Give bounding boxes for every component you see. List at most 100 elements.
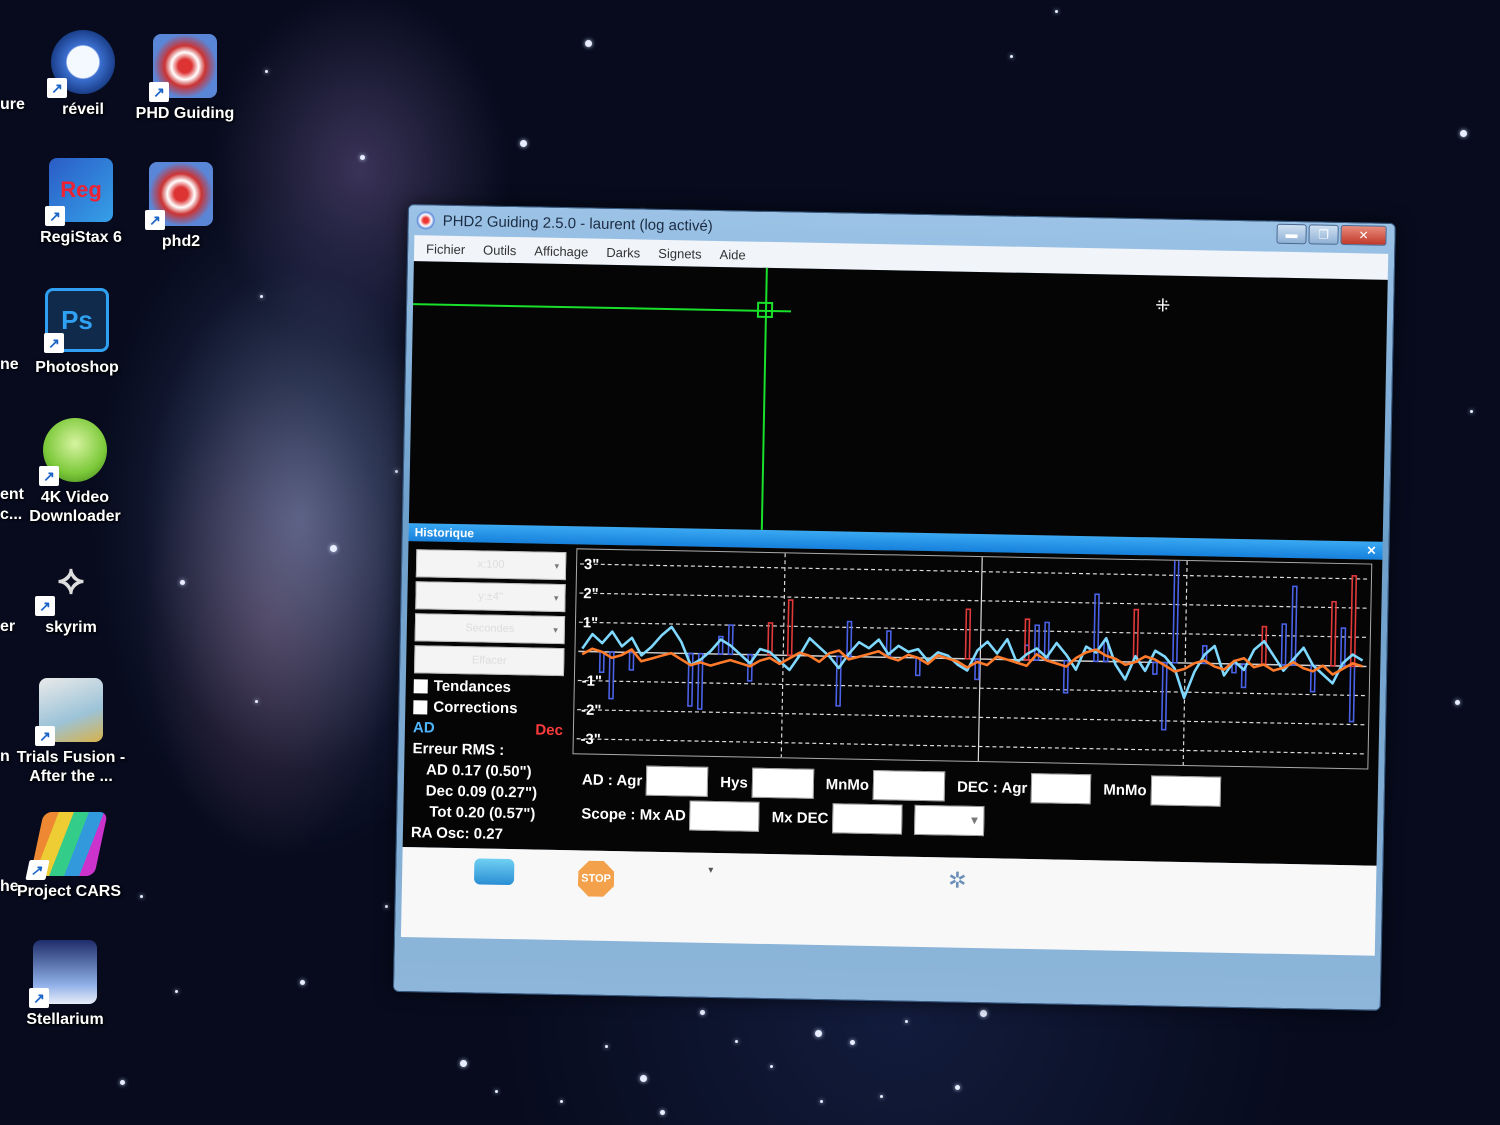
desktop-icon-label: réveil xyxy=(62,101,104,118)
guide-params: AD : Agr Hys MnMo DEC : Agr MnMo Scope :… xyxy=(581,762,1372,845)
scope-mx-ad-label: Scope : Mx AD xyxy=(581,804,686,824)
ra-correction-bar xyxy=(1280,623,1288,666)
ra-correction-bar xyxy=(914,657,921,677)
dec-correction-bar xyxy=(767,622,774,656)
desktop-icon-label: RegiStax 6 xyxy=(40,229,122,246)
desktop-icon-photoshop[interactable]: Ps ↗ Photoshop xyxy=(22,288,132,377)
star xyxy=(175,990,178,993)
window-controls: ▬ ❐ ✕ xyxy=(1276,223,1387,246)
gridline-horizontal xyxy=(579,592,1368,609)
ad-mnmo-input[interactable] xyxy=(872,770,946,802)
close-button[interactable]: ✕ xyxy=(1340,224,1387,246)
y-scale-select[interactable]: y:±4" ▾ xyxy=(415,581,566,613)
dec-agr-label: DEC : Agr xyxy=(956,778,1028,797)
trends-checkbox[interactable] xyxy=(413,678,428,693)
menu-darks[interactable]: Darks xyxy=(606,244,640,260)
rms-stats: Erreur RMS : AD 0.17 (0.50") Dec 0.09 (0… xyxy=(411,738,563,846)
menu-fichier[interactable]: Fichier xyxy=(426,241,465,257)
star xyxy=(955,1085,960,1090)
star xyxy=(905,1020,908,1023)
desktop-icon-label: Trials Fusion - After the ... xyxy=(16,749,126,785)
guide-star-box xyxy=(756,301,774,319)
ra-correction-bar xyxy=(628,651,635,671)
desktop-edge-label: c... xyxy=(0,506,23,523)
star xyxy=(560,1100,563,1103)
dec-agr-input[interactable] xyxy=(1031,773,1092,805)
guide-camera-view[interactable]: ⁜ xyxy=(408,261,1388,542)
menu-aide[interactable]: Aide xyxy=(720,246,746,261)
trends-label: Tendances xyxy=(433,677,512,697)
y-scale-value: y:±4" xyxy=(478,590,503,603)
ra-correction-bar xyxy=(1160,661,1168,731)
clear-button[interactable]: Effacer xyxy=(413,645,565,677)
history-close-icon[interactable]: ✕ xyxy=(1366,543,1376,557)
desktop-icon-trials-fusion[interactable]: ↗ Trials Fusion - After the ... xyxy=(16,678,126,786)
stop-button[interactable]: STOP xyxy=(578,860,615,897)
loading-icon: ⁜ xyxy=(1154,295,1171,316)
dec-mode-select[interactable] xyxy=(914,804,985,837)
desktop-edge-label: n xyxy=(0,748,10,765)
units-select[interactable]: Secondes ▾ xyxy=(414,613,566,645)
y-tick-label: 2" xyxy=(583,586,599,602)
gridline-horizontal xyxy=(579,563,1369,580)
corrections-label: Corrections xyxy=(433,698,518,718)
trends-row[interactable]: Tendances xyxy=(413,677,564,697)
y-tick-label: -3" xyxy=(580,732,601,748)
star xyxy=(265,70,268,73)
star xyxy=(1455,700,1460,705)
star xyxy=(1460,130,1467,137)
corrections-checkbox[interactable] xyxy=(413,699,428,714)
star xyxy=(395,470,398,473)
menu-outils[interactable]: Outils xyxy=(483,242,517,258)
guiding-history-chart[interactable]: 3" 2" 1" -1" -2" -3" xyxy=(572,548,1373,770)
project-cars-icon: ↗ xyxy=(25,812,108,880)
clock-icon: ↗ xyxy=(47,30,115,98)
desktop-icon-phd2[interactable]: ↗ phd2 xyxy=(126,162,236,251)
desktop-icon-project-cars[interactable]: ↗ Project CARS xyxy=(14,812,124,901)
dec-legend-label[interactable]: Dec xyxy=(535,722,563,740)
dec-mnmo-input[interactable] xyxy=(1150,775,1221,807)
dec-correction-bar xyxy=(1349,575,1358,668)
photoshop-glyph: Ps xyxy=(61,304,93,335)
ad-legend-label[interactable]: AD xyxy=(413,719,435,736)
hys-input[interactable] xyxy=(751,767,815,799)
dec-correction-bar xyxy=(1132,608,1140,663)
units-value: Secondes xyxy=(465,622,515,636)
x-scale-select[interactable]: x:100 ▾ xyxy=(415,549,567,581)
exposure-dropdown-chevron-icon[interactable]: ▾ xyxy=(708,865,713,876)
y-tick-label: -1" xyxy=(582,674,603,690)
ad-agr-input[interactable] xyxy=(645,765,709,797)
desktop-icon-stellarium[interactable]: ↗ Stellarium xyxy=(10,940,120,1029)
corrections-row[interactable]: Corrections xyxy=(413,698,563,718)
star xyxy=(255,700,258,703)
ad-agr-label: AD : Agr xyxy=(581,770,643,790)
mx-dec-input[interactable] xyxy=(832,803,903,835)
star xyxy=(980,1010,987,1017)
dec-correction-bar xyxy=(786,599,794,657)
ra-osc: RA Osc: 0.27 xyxy=(410,824,504,843)
desktop-icon-reveil[interactable]: ↗ réveil xyxy=(28,30,138,119)
mx-ad-input[interactable] xyxy=(689,800,761,832)
y-tick-label: 1" xyxy=(583,615,599,631)
trials-fusion-icon: ↗ xyxy=(35,678,103,746)
x-scale-value: x:100 xyxy=(477,558,505,571)
desktop-icon-phd-guiding[interactable]: ↗ PHD Guiding xyxy=(130,34,240,123)
star xyxy=(140,895,143,898)
brain-settings-icon[interactable]: ✲ xyxy=(948,867,967,893)
menu-affichage[interactable]: Affichage xyxy=(534,243,588,259)
menu-signets[interactable]: Signets xyxy=(658,245,702,261)
desktop-icon-skyrim[interactable]: ⟡ ↗ skyrim xyxy=(16,548,126,637)
gridline-horizontal xyxy=(578,621,1368,638)
desktop-icon-registax[interactable]: Reg ↗ RegiStax 6 xyxy=(26,158,136,247)
loop-exposure-button[interactable] xyxy=(473,858,515,886)
star xyxy=(640,1075,647,1082)
minimize-button[interactable]: ▬ xyxy=(1276,223,1307,245)
registax-icon: Reg ↗ xyxy=(45,158,113,226)
ra-correction-bar xyxy=(1152,661,1158,675)
gridline-horizontal xyxy=(577,709,1366,726)
skyrim-icon: ⟡ ↗ xyxy=(35,548,103,616)
star xyxy=(460,1060,467,1067)
maximize-button[interactable]: ❐ xyxy=(1308,224,1339,245)
desktop-icon-4k-video-downloader[interactable]: ↗ 4K Video Downloader xyxy=(20,418,130,526)
history-panel: x:100 ▾ y:±4" ▾ Secondes ▾ Effacer Tendance… xyxy=(402,541,1383,866)
